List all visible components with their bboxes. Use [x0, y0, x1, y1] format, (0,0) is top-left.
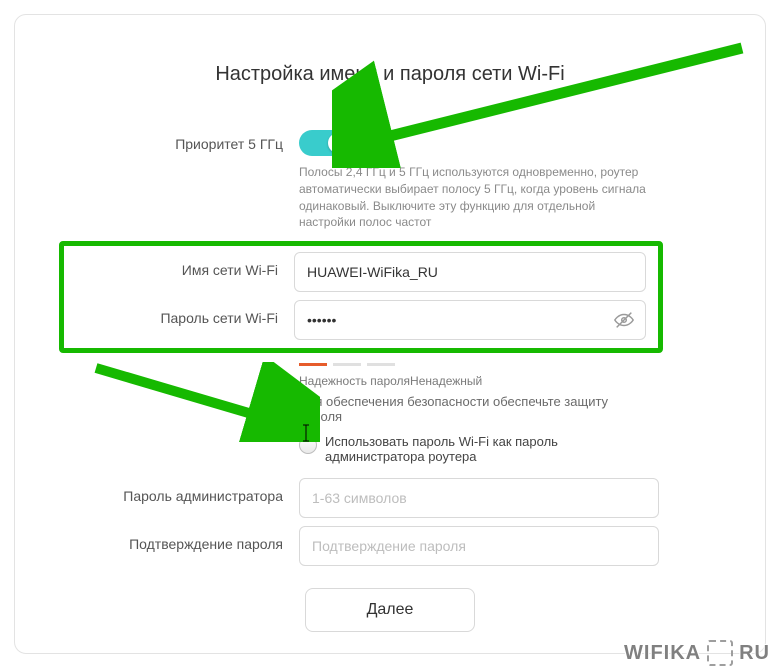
password-strength-meter: [299, 363, 659, 366]
watermark-text-a: WIFIKA: [624, 642, 701, 665]
watermark-text-b: RU: [739, 642, 770, 665]
next-button[interactable]: Далее: [305, 588, 475, 632]
admin-password-label: Пароль администратора: [63, 478, 299, 504]
highlight-box: Имя сети Wi-Fi Пароль сети Wi-Fi: [59, 241, 663, 353]
priority-help-text: Полосы 2,4 ГГц и 5 ГГц используются одно…: [299, 164, 649, 231]
priority-label: Приоритет 5 ГГц: [63, 126, 299, 152]
strength-value: Ненадежный: [410, 374, 482, 388]
priority-row: Приоритет 5 ГГц Полосы 2,4 ГГц и 5 ГГц и…: [63, 126, 717, 231]
wifi-name-row: Имя сети Wi-Fi: [70, 252, 652, 292]
wifi-password-label: Пароль сети Wi-Fi: [70, 300, 294, 326]
wifi-password-row: Пароль сети Wi-Fi: [70, 300, 652, 340]
show-password-icon[interactable]: [610, 306, 638, 334]
strength-prefix: Надежность пароля: [299, 374, 410, 388]
use-as-admin-radio[interactable]: [299, 436, 317, 454]
password-note: Для обеспечения безопасности обеспечьте …: [299, 394, 649, 424]
confirm-password-input[interactable]: [299, 526, 659, 566]
settings-card: Настройка имени и пароля сети Wi-Fi Прио…: [14, 14, 766, 654]
admin-password-input[interactable]: [299, 478, 659, 518]
use-as-admin-label: Использовать пароль Wi-Fi как пароль адм…: [325, 434, 649, 464]
page-title: Настройка имени и пароля сети Wi-Fi: [63, 63, 717, 86]
wifi-name-label: Имя сети Wi-Fi: [70, 252, 294, 278]
confirm-password-label: Подтверждение пароля: [63, 526, 299, 552]
wifi-name-input[interactable]: [294, 252, 646, 292]
toggle-knob: [328, 133, 348, 153]
priority-5ghz-toggle[interactable]: [299, 130, 351, 156]
admin-password-row: Пароль администратора: [63, 478, 717, 518]
watermark: WIFIKA RU: [624, 640, 770, 666]
password-strength-text: Надежность пароляНенадежный: [299, 374, 659, 388]
confirm-password-row: Подтверждение пароля: [63, 526, 717, 566]
watermark-box-icon: [707, 640, 733, 666]
use-as-admin-row: Использовать пароль Wi-Fi как пароль адм…: [299, 434, 649, 464]
wifi-password-input[interactable]: [294, 300, 646, 340]
